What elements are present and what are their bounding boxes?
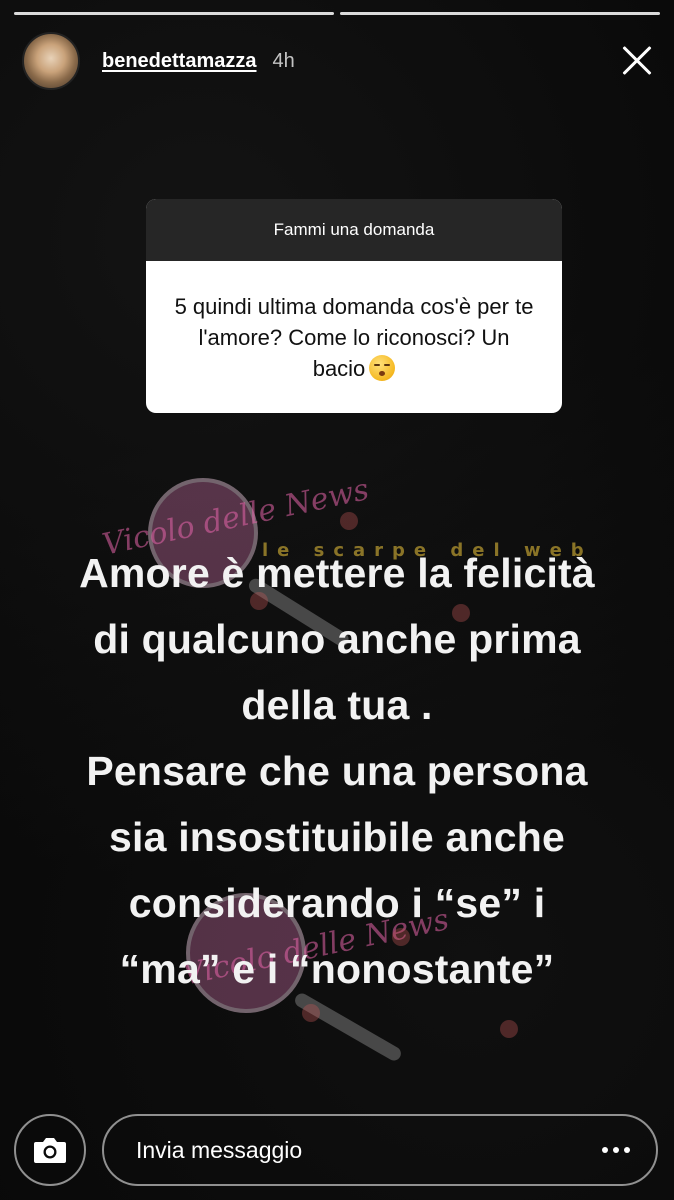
camera-button[interactable] <box>14 1114 86 1186</box>
close-icon[interactable] <box>616 41 656 81</box>
answer-line: “ma” e i “nonostante” <box>119 946 555 992</box>
post-time: 4h <box>272 49 295 72</box>
question-sticker: Fammi una domanda 5 quindi ultima domand… <box>146 199 562 413</box>
answer-line: sia insostituibile anche <box>109 814 565 860</box>
watermark-paw-icon <box>340 512 358 530</box>
answer-line: di qualcuno anche prima <box>93 616 581 662</box>
more-options-icon[interactable] <box>602 1147 630 1153</box>
question-text: 5 quindi ultima domanda cos'è per te l'a… <box>174 293 534 381</box>
answer-text: Amore è mettere la felicità di qualcuno … <box>20 540 654 1002</box>
watermark-paw-icon <box>500 1020 518 1038</box>
kissing-face-emoji-icon <box>369 354 396 381</box>
username-link[interactable]: benedettamazza <box>102 50 257 73</box>
progress-segment <box>340 12 660 15</box>
answer-line: della tua . <box>241 682 433 728</box>
story-header: benedettamazza 4h <box>22 32 656 90</box>
question-sticker-title: Fammi una domanda <box>146 199 562 261</box>
answer-line: Amore è mettere la felicità <box>79 550 595 596</box>
watermark-paw-icon <box>302 1004 320 1022</box>
message-placeholder: Invia messaggio <box>136 1136 303 1163</box>
question-sticker-body: 5 quindi ultima domanda cos'è per te l'a… <box>146 261 562 413</box>
camera-icon <box>34 1138 66 1163</box>
answer-line: considerando i “se” i <box>128 880 546 926</box>
answer-line: Pensare che una persona <box>86 748 588 794</box>
message-input[interactable]: Invia messaggio <box>102 1114 658 1186</box>
avatar[interactable] <box>22 32 80 90</box>
progress-segment <box>14 12 334 15</box>
story-progress-bar <box>14 12 660 18</box>
